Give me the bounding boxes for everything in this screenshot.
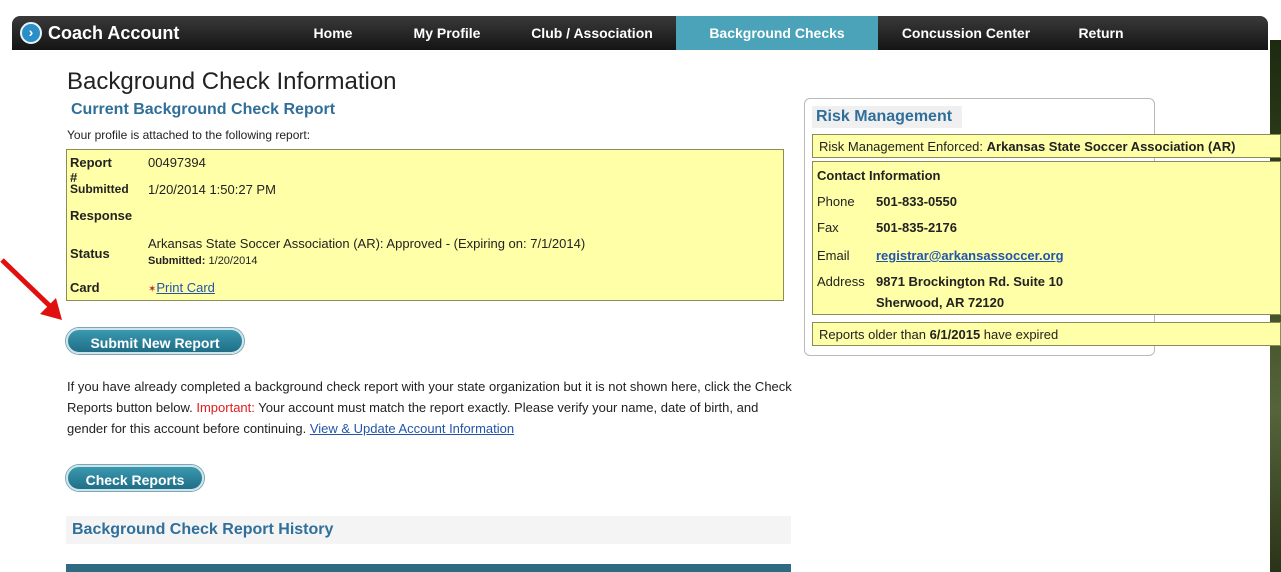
brand[interactable]: › Coach Account xyxy=(20,20,179,46)
nav-my-profile[interactable]: My Profile xyxy=(402,16,492,50)
risk-enforced-box: Risk Management Enforced: Arkansas State… xyxy=(812,134,1281,158)
important-label: Important: xyxy=(196,400,255,415)
nav-concussion-center[interactable]: Concussion Center xyxy=(892,16,1040,50)
risk-enforced-value: Arkansas State Soccer Association (AR) xyxy=(986,139,1236,154)
expired-date: 6/1/2015 xyxy=(929,327,981,342)
page-title: Background Check Information xyxy=(67,68,397,95)
nav-background-checks[interactable]: Background Checks xyxy=(676,16,878,50)
brand-title: Coach Account xyxy=(48,22,180,43)
contact-title: Contact Information xyxy=(817,168,941,183)
nav-home[interactable]: Home xyxy=(302,16,364,50)
expired-box: Reports older than 6/1/2015 have expired xyxy=(812,322,1281,346)
status-submitted-label: Submitted: xyxy=(148,255,206,267)
expired-notice: Reports older than 6/1/2015 have expired xyxy=(819,327,1058,342)
report-box: Report # 00497394 Submitted 1/20/2014 1:… xyxy=(66,149,784,301)
fax-label: Fax xyxy=(817,220,839,235)
nav-club-association[interactable]: Club / Association xyxy=(517,16,667,50)
status-submitted: Submitted: 1/20/2014 xyxy=(148,255,257,267)
print-card-link[interactable]: ✶Print Card xyxy=(148,280,268,295)
risk-enforced: Risk Management Enforced: Arkansas State… xyxy=(819,139,1235,154)
top-navbar: › Coach Account Home My Profile Club / A… xyxy=(12,16,1268,50)
intro-text: Your profile is attached to the followin… xyxy=(67,128,311,142)
current-report-title: Current Background Check Report xyxy=(71,101,336,118)
history-title: Background Check Report History xyxy=(72,521,334,538)
expired-prefix: Reports older than xyxy=(819,327,930,342)
contact-box: Contact Information Phone 501-833-0550 F… xyxy=(812,161,1281,315)
report-number-label: Report # xyxy=(70,155,112,185)
fax-value: 501-835-2176 xyxy=(876,220,957,235)
chevron-right-circle-icon: › xyxy=(20,22,42,44)
email-label: Email xyxy=(817,248,850,263)
nav-return[interactable]: Return xyxy=(1067,16,1135,50)
card-label: Card xyxy=(70,280,100,295)
submitted-label: Submitted xyxy=(70,182,129,196)
status-submitted-date: 1/20/2014 xyxy=(208,255,258,267)
check-reports-button[interactable]: Check Reports xyxy=(66,465,204,491)
submitted-value: 1/20/2014 1:50:27 PM xyxy=(148,182,276,197)
phone-label: Phone xyxy=(817,194,855,209)
phone-value: 501-833-0550 xyxy=(876,194,957,209)
response-label: Response xyxy=(70,208,133,223)
report-number: 00497394 xyxy=(148,155,206,170)
history-header: Background Check Report History xyxy=(66,516,791,544)
risk-management-title: Risk Management xyxy=(812,106,962,128)
address-line-2: Sherwood, AR 72120 xyxy=(876,295,1005,310)
submit-new-report-button[interactable]: Submit New Report xyxy=(66,328,244,354)
status-value: Arkansas State Soccer Association (AR): … xyxy=(148,236,586,251)
history-table-header xyxy=(66,564,791,572)
risk-enforced-label: Risk Management Enforced: xyxy=(819,139,987,154)
red-arrow-icon xyxy=(0,258,62,320)
expired-suffix: have expired xyxy=(980,327,1059,342)
status-label: Status xyxy=(70,246,110,261)
print-card-text[interactable]: Print Card xyxy=(156,280,215,295)
address-label: Address xyxy=(817,274,865,289)
info-paragraph: If you have already completed a backgrou… xyxy=(67,376,797,439)
email-link[interactable]: registrar@arkansassoccer.org xyxy=(876,248,1064,263)
address-line-1: 9871 Brockington Rd. Suite 10 xyxy=(876,274,1064,289)
view-update-account-link[interactable]: View & Update Account Information xyxy=(310,421,514,436)
